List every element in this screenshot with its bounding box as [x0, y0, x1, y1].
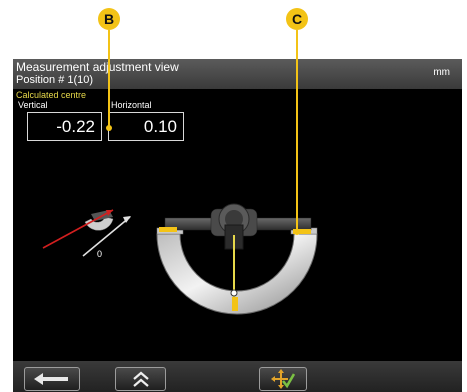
callout-leaders	[106, 30, 300, 235]
